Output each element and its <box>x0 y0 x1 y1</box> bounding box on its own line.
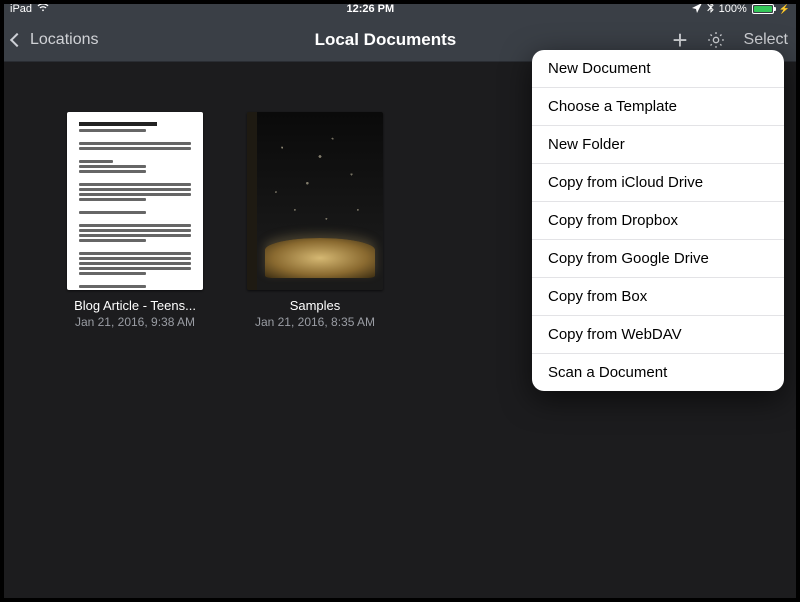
wifi-icon <box>37 3 49 15</box>
select-button[interactable]: Select <box>744 31 788 49</box>
battery-pct: 100% <box>719 3 747 15</box>
menu-scan-document[interactable]: Scan a Document <box>532 354 784 391</box>
location-icon <box>692 3 702 16</box>
device-label: iPad <box>10 3 32 15</box>
document-item[interactable]: Blog Article - Teens... Jan 21, 2016, 9:… <box>64 112 206 329</box>
document-date: Jan 21, 2016, 8:35 AM <box>255 315 375 329</box>
menu-new-folder[interactable]: New Folder <box>532 126 784 164</box>
clock: 12:26 PM <box>346 3 394 15</box>
chevron-left-icon <box>10 32 24 46</box>
back-button[interactable]: Locations <box>12 31 99 49</box>
battery-icon <box>752 4 774 14</box>
menu-copy-google-drive[interactable]: Copy from Google Drive <box>532 240 784 278</box>
status-bar: iPad 12:26 PM 100% ⚡ <box>0 0 800 18</box>
menu-choose-template[interactable]: Choose a Template <box>532 88 784 126</box>
document-item[interactable]: Samples Jan 21, 2016, 8:35 AM <box>244 112 386 329</box>
menu-copy-dropbox[interactable]: Copy from Dropbox <box>532 202 784 240</box>
charging-icon: ⚡ <box>779 4 790 15</box>
page-title: Local Documents <box>315 30 457 50</box>
document-date: Jan 21, 2016, 9:38 AM <box>75 315 195 329</box>
menu-copy-icloud[interactable]: Copy from iCloud Drive <box>532 164 784 202</box>
menu-copy-box[interactable]: Copy from Box <box>532 278 784 316</box>
back-label: Locations <box>30 31 99 49</box>
document-title: Blog Article - Teens... <box>74 298 196 313</box>
menu-copy-webdav[interactable]: Copy from WebDAV <box>532 316 784 354</box>
bluetooth-icon <box>707 2 714 16</box>
document-thumbnail <box>67 112 203 290</box>
menu-new-document[interactable]: New Document <box>532 50 784 88</box>
add-button[interactable]: + <box>672 27 687 53</box>
document-title: Samples <box>290 298 341 313</box>
document-thumbnail <box>247 112 383 290</box>
settings-button[interactable] <box>706 30 726 50</box>
add-menu-popover: New Document Choose a Template New Folde… <box>532 50 784 391</box>
